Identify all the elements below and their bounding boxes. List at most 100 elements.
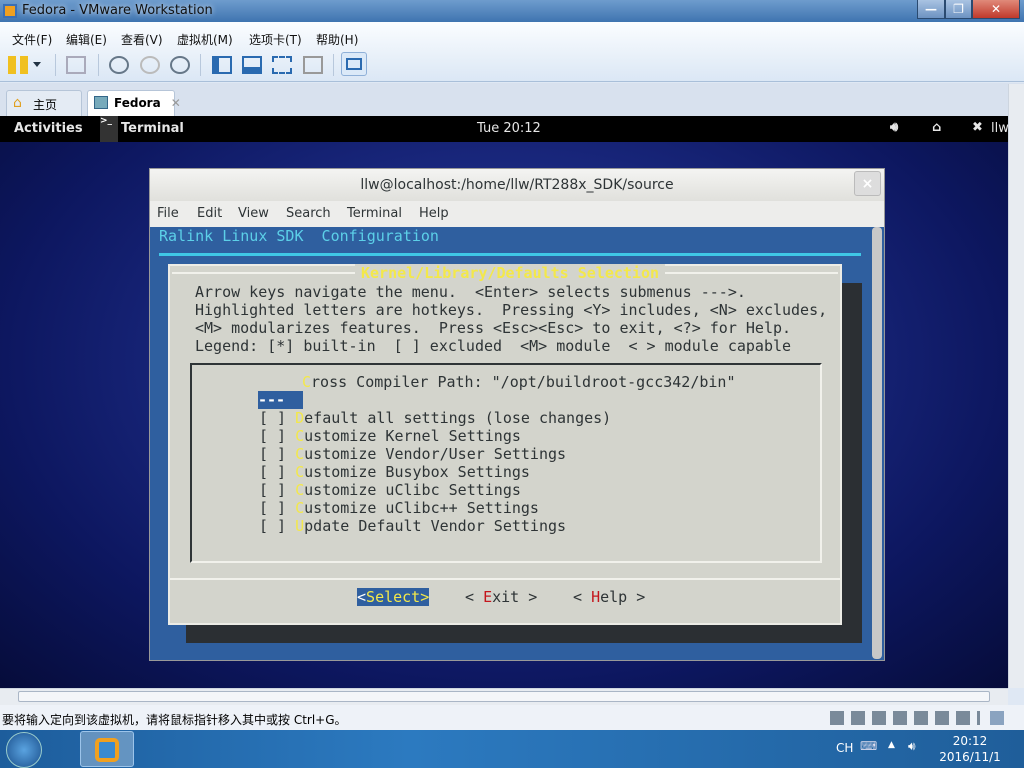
item-label: ustomize uClibc++ Settings (304, 499, 539, 517)
checkbox[interactable]: [ ] (259, 445, 295, 463)
menu-view[interactable]: View (238, 206, 269, 221)
menu-item[interactable]: [ ] Customize Vendor/User Settings (259, 445, 566, 463)
hotkey: S (366, 588, 376, 606)
system-clock[interactable]: 20:12 2016/11/1 (930, 733, 1010, 765)
volume-icon[interactable]: 🔊︎ (908, 739, 916, 754)
help-line: <M> modularizes features. Press <Esc><Es… (195, 319, 792, 337)
menu-tabs[interactable]: 选项卡(T) (249, 31, 302, 48)
start-button[interactable] (6, 732, 42, 768)
revert-snapshot-icon[interactable] (140, 56, 160, 74)
sidebar-view-icon[interactable] (212, 56, 232, 74)
terminal-menubar: File Edit View Search Terminal Help (150, 201, 884, 227)
minimize-button[interactable]: — (917, 0, 945, 19)
menu-file[interactable]: 文件(F) (12, 31, 52, 48)
tab-bar: ⌂ 主页 ✕ Fedora ✕ (0, 83, 1024, 127)
thumbnail-view-icon[interactable] (242, 56, 262, 74)
home-icon: ⌂ (13, 95, 22, 111)
app-menu[interactable]: Terminal (121, 121, 184, 136)
button-separator (170, 578, 840, 580)
console-view-icon (346, 58, 362, 70)
item-label: ross Compiler Path: "/opt/buildroot-gcc3… (311, 373, 736, 391)
keyboard-icon[interactable]: ⌨ (860, 739, 877, 753)
message-log-icon[interactable] (990, 711, 1004, 725)
menu-item[interactable]: [ ] Customize uClibc++ Settings (259, 499, 539, 517)
menu-item[interactable]: [ ] Customize Busybox Settings (259, 463, 530, 481)
hotkey: H (591, 588, 601, 606)
menu-terminal[interactable]: Terminal (347, 206, 402, 221)
hotkey: C (295, 481, 305, 499)
hotkey: C (295, 445, 305, 463)
activities-button[interactable]: Activities (14, 121, 83, 136)
unity-icon[interactable] (303, 56, 323, 74)
checkbox[interactable]: [ ] (259, 481, 295, 499)
taskbar: CH ⌨ ▲ 🔊︎ 20:12 2016/11/1 (0, 730, 1024, 768)
menu-help[interactable]: 帮助(H) (316, 31, 358, 48)
pause-icon[interactable] (8, 56, 28, 74)
menuconfig-dialog: Kernel/Library/Defaults Selection Arrow … (168, 264, 842, 625)
tab-fedora[interactable]: Fedora ✕ (87, 90, 181, 116)
exit-button[interactable]: < Exit > (465, 588, 537, 606)
menu-edit[interactable]: 编辑(E) (66, 31, 107, 48)
menu-search[interactable]: Search (286, 206, 331, 221)
close-button[interactable]: ✕ (972, 0, 1020, 19)
checkbox[interactable]: [ ] (259, 427, 295, 445)
terminal-scrollbar[interactable] (872, 227, 882, 659)
user-menu[interactable]: llw (991, 121, 1009, 136)
restore-button[interactable]: ❐ (945, 0, 972, 19)
hotkey: U (295, 517, 305, 535)
help-button[interactable]: < Help > (573, 588, 645, 606)
item-label: pdate Default Vendor Settings (304, 517, 567, 535)
menuconfig-header: Ralink Linux SDK Configuration (159, 227, 439, 245)
tab-close-icon[interactable]: ✕ (171, 96, 181, 110)
clock[interactable]: Tue 20:12 (477, 121, 541, 136)
language-indicator[interactable]: CH (836, 741, 853, 755)
cross-compiler-path-item[interactable]: Cross Compiler Path: "/opt/buildroot-gcc… (302, 373, 735, 391)
help-line: Legend: [*] built-in [ ] excluded <M> mo… (195, 337, 792, 355)
device-status-icons[interactable] (830, 711, 980, 725)
tab-home[interactable]: ⌂主页✕ (6, 90, 82, 127)
select-button[interactable]: <Select> (357, 588, 430, 606)
dialog-title: Kernel/Library/Defaults Selection (355, 264, 666, 282)
network-icon[interactable] (66, 56, 86, 74)
toolbar-divider (333, 54, 334, 76)
chevron-down-icon[interactable] (33, 62, 41, 71)
checkbox[interactable]: [ ] (259, 409, 295, 427)
snapshot-manager-icon[interactable] (170, 56, 190, 74)
taskbar-vmware[interactable] (80, 731, 134, 767)
scrollbar-thumb[interactable] (18, 691, 990, 702)
show-hidden-icons[interactable]: ▲ (888, 740, 895, 750)
snapshot-icon[interactable] (109, 56, 129, 74)
menu-item[interactable]: [ ] Customize uClibc Settings (259, 481, 521, 499)
menu-edit[interactable]: Edit (197, 206, 222, 221)
volume-icon[interactable]: 🔊︎ (890, 120, 898, 135)
menu-file[interactable]: File (157, 206, 179, 221)
menu-item[interactable]: [ ] Update Default Vendor Settings (259, 517, 566, 535)
network-icon[interactable]: ⌂ (932, 120, 941, 135)
menu-item[interactable]: [ ] Default all settings (lose changes) (259, 409, 611, 427)
desktop: llw@localhost:/home/llw/RT288x_SDK/sourc… (0, 142, 1008, 688)
terminal-close-button[interactable]: × (854, 171, 881, 196)
vm-icon (94, 96, 108, 109)
help-line: Highlighted letters are hotkeys. Pressin… (195, 301, 828, 319)
toolbar-divider (55, 54, 56, 76)
checkbox[interactable]: [ ] (259, 463, 295, 481)
console-view-button[interactable] (341, 52, 367, 76)
item-label: ustomize Kernel Settings (304, 427, 521, 445)
checkbox[interactable]: [ ] (259, 517, 295, 535)
clock-time: 20:12 (952, 734, 988, 748)
menu-item[interactable]: [ ] Customize Kernel Settings (259, 427, 521, 445)
fullscreen-icon[interactable] (272, 56, 292, 74)
separator-item-selected[interactable]: --- (258, 391, 303, 409)
menu-view[interactable]: 查看(V) (121, 31, 163, 48)
checkbox[interactable]: [ ] (259, 499, 295, 517)
menu-vm[interactable]: 虚拟机(M) (177, 31, 233, 48)
vertical-scrollbar[interactable] (1008, 84, 1024, 688)
menu-help[interactable]: Help (419, 206, 449, 221)
horizontal-scrollbar[interactable] (0, 688, 1008, 705)
button-bracket: < (573, 588, 592, 606)
button-label: elp > (600, 588, 646, 606)
notification-icon[interactable]: ✖ (972, 120, 983, 135)
item-label: efault all settings (lose changes) (304, 409, 612, 427)
toolbar-divider (98, 54, 99, 76)
window-title: Fedora - VMware Workstation (22, 3, 213, 18)
